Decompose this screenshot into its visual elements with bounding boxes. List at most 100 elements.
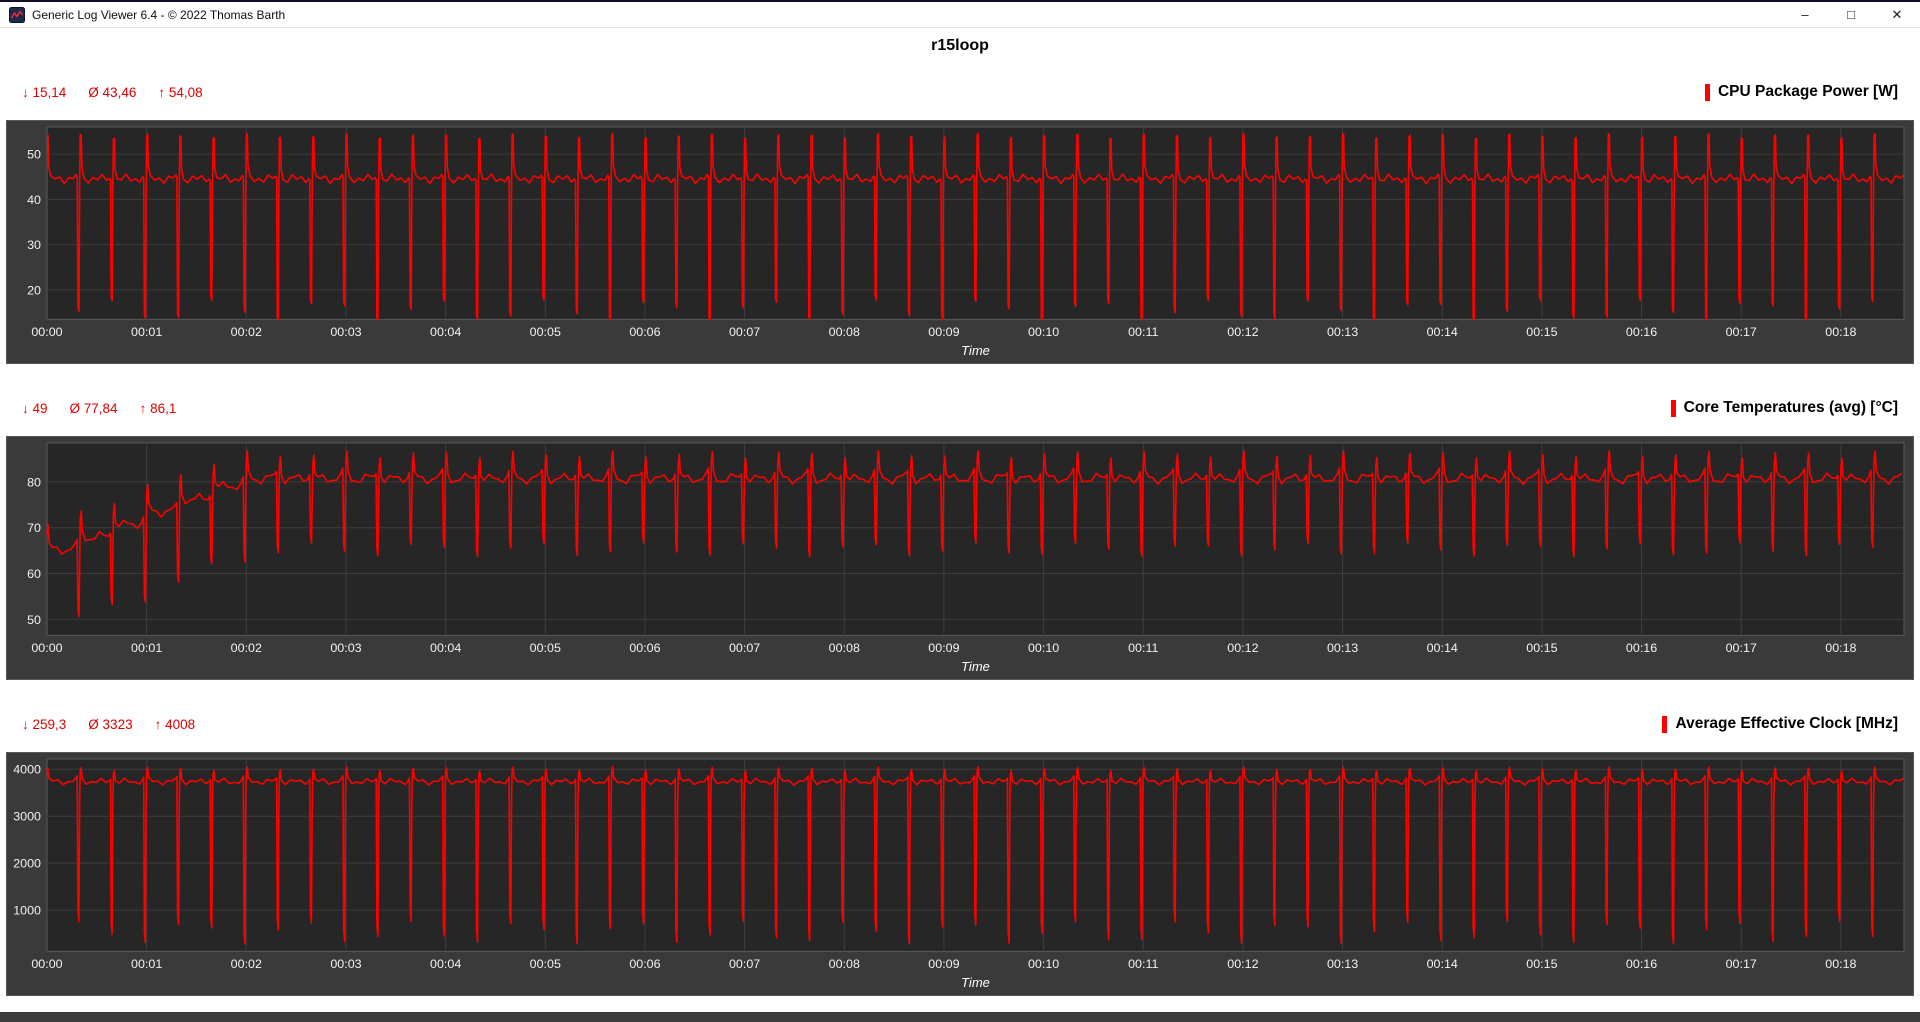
core-temps-chart-canvas[interactable]: 00:00 00:01 00:02 00:03 00:04 00:05 00:06 00:07… (7, 437, 1913, 679)
svg-text:00:09: 00:09 (928, 641, 959, 655)
svg-text:00:12: 00:12 (1227, 325, 1258, 339)
svg-text:00:15: 00:15 (1526, 325, 1557, 339)
legend-color-bar (1704, 83, 1710, 101)
svg-text:00:02: 00:02 (231, 641, 262, 655)
svg-text:80: 80 (27, 475, 41, 489)
svg-text:00:05: 00:05 (530, 325, 561, 339)
svg-text:Time: Time (961, 659, 990, 674)
window-bottom-edge (0, 1012, 1920, 1022)
svg-text:00:14: 00:14 (1427, 641, 1458, 655)
svg-text:00:17: 00:17 (1726, 641, 1757, 655)
chart-header: ↓ 49 Ø 77,84 ↑ 86,1 Core Temperatures (a… (6, 380, 1914, 436)
svg-text:00:09: 00:09 (928, 957, 959, 971)
svg-text:00:00: 00:00 (31, 957, 62, 971)
svg-text:00:09: 00:09 (928, 325, 959, 339)
stat-min: ↓ 15,14 (22, 84, 67, 100)
legend: Core Temperatures (avg) [°C] (1670, 399, 1898, 417)
svg-text:00:00: 00:00 (31, 641, 62, 655)
svg-text:00:04: 00:04 (430, 325, 461, 339)
stat-avg: Ø 77,84 (69, 400, 118, 416)
svg-text:2000: 2000 (13, 857, 41, 871)
chart-section-cpu-power: ↓ 15,14 Ø 43,46 ↑ 54,08 CPU Package Powe… (0, 64, 1920, 364)
chart-panel: 00:00 00:01 00:02 00:03 00:04 00:05 00:06 00:07… (6, 752, 1914, 996)
window-title: Generic Log Viewer 6.4 - © 2022 Thomas B… (32, 7, 286, 22)
svg-text:00:10: 00:10 (1028, 957, 1059, 971)
svg-text:50: 50 (27, 613, 41, 627)
svg-text:00:18: 00:18 (1825, 641, 1856, 655)
svg-text:00:10: 00:10 (1028, 325, 1059, 339)
chart-panel: 00:00 00:01 00:02 00:03 00:04 00:05 00:06 00:07… (6, 120, 1914, 364)
svg-text:00:13: 00:13 (1327, 325, 1358, 339)
svg-text:50: 50 (27, 148, 41, 162)
svg-text:00:05: 00:05 (530, 957, 561, 971)
svg-text:00:13: 00:13 (1327, 641, 1358, 655)
chart-panel: 00:00 00:01 00:02 00:03 00:04 00:05 00:06 00:07… (6, 436, 1914, 680)
svg-text:00:02: 00:02 (231, 325, 262, 339)
stats-row: ↓ 49 Ø 77,84 ↑ 86,1 (22, 401, 176, 416)
svg-text:00:01: 00:01 (131, 325, 162, 339)
svg-text:00:16: 00:16 (1626, 325, 1657, 339)
svg-text:00:07: 00:07 (729, 957, 760, 971)
svg-text:00:03: 00:03 (330, 957, 361, 971)
svg-text:00:03: 00:03 (330, 325, 361, 339)
stat-min: ↓ 259,3 (22, 716, 67, 732)
chart-section-core-temps: ↓ 49 Ø 77,84 ↑ 86,1 Core Temperatures (a… (0, 380, 1920, 680)
chart-header: ↓ 259,3 Ø 3323 ↑ 4008 Average Effective … (6, 696, 1914, 752)
close-button[interactable]: ✕ (1874, 2, 1920, 27)
svg-text:Time: Time (961, 975, 990, 990)
svg-text:00:10: 00:10 (1028, 641, 1059, 655)
svg-text:3000: 3000 (13, 810, 41, 824)
stats-row: ↓ 15,14 Ø 43,46 ↑ 54,08 (22, 85, 203, 100)
svg-text:00:05: 00:05 (530, 641, 561, 655)
svg-text:00:14: 00:14 (1427, 957, 1458, 971)
svg-text:00:08: 00:08 (829, 957, 860, 971)
svg-text:00:06: 00:06 (629, 957, 660, 971)
legend: CPU Package Power [W] (1704, 83, 1898, 101)
titlebar-left: Generic Log Viewer 6.4 - © 2022 Thomas B… (0, 2, 1782, 27)
app-icon (9, 6, 25, 23)
window-controls: – □ ✕ (1782, 2, 1920, 27)
svg-text:70: 70 (27, 521, 41, 535)
legend-label: Average Effective Clock [MHz] (1675, 715, 1898, 732)
stat-max: ↑ 54,08 (158, 84, 203, 100)
legend: Average Effective Clock [MHz] (1662, 715, 1898, 733)
svg-text:00:01: 00:01 (131, 957, 162, 971)
svg-text:00:17: 00:17 (1726, 957, 1757, 971)
svg-text:00:15: 00:15 (1526, 957, 1557, 971)
maximize-button[interactable]: □ (1828, 2, 1874, 27)
stat-max: ↑ 4008 (154, 716, 196, 732)
svg-text:00:06: 00:06 (629, 641, 660, 655)
legend-label: Core Temperatures (avg) [°C] (1683, 399, 1898, 416)
minimize-button[interactable]: – (1782, 2, 1828, 27)
svg-text:00:08: 00:08 (829, 641, 860, 655)
svg-text:00:07: 00:07 (729, 325, 760, 339)
page-title: r15loop (931, 37, 989, 54)
stat-avg: Ø 3323 (88, 716, 133, 732)
legend-color-bar (1670, 399, 1676, 417)
effective-clock-chart-canvas[interactable]: 00:00 00:01 00:02 00:03 00:04 00:05 00:06 00:07… (7, 753, 1913, 995)
svg-text:00:18: 00:18 (1825, 957, 1856, 971)
svg-text:1000: 1000 (13, 904, 41, 918)
legend-label: CPU Package Power [W] (1717, 83, 1898, 100)
stat-max: ↑ 86,1 (139, 400, 177, 416)
cpu-power-chart-canvas[interactable]: 00:00 00:01 00:02 00:03 00:04 00:05 00:06 00:07… (7, 121, 1913, 363)
svg-text:Time: Time (961, 343, 990, 358)
svg-text:00:18: 00:18 (1825, 325, 1856, 339)
svg-text:00:04: 00:04 (430, 641, 461, 655)
svg-text:00:14: 00:14 (1427, 325, 1458, 339)
svg-text:00:01: 00:01 (131, 641, 162, 655)
svg-text:00:12: 00:12 (1227, 641, 1258, 655)
svg-text:00:16: 00:16 (1626, 957, 1657, 971)
chart-section-effective-clock: ↓ 259,3 Ø 3323 ↑ 4008 Average Effective … (0, 696, 1920, 996)
svg-text:20: 20 (27, 283, 41, 297)
svg-text:00:13: 00:13 (1327, 957, 1358, 971)
svg-text:60: 60 (27, 567, 41, 581)
stat-min: ↓ 49 (22, 400, 48, 416)
svg-text:00:02: 00:02 (231, 957, 262, 971)
svg-text:00:15: 00:15 (1526, 641, 1557, 655)
svg-text:00:11: 00:11 (1128, 957, 1158, 971)
svg-text:00:03: 00:03 (330, 641, 361, 655)
svg-text:00:08: 00:08 (829, 325, 860, 339)
svg-text:40: 40 (27, 193, 41, 207)
window-titlebar: Generic Log Viewer 6.4 - © 2022 Thomas B… (0, 0, 1920, 28)
